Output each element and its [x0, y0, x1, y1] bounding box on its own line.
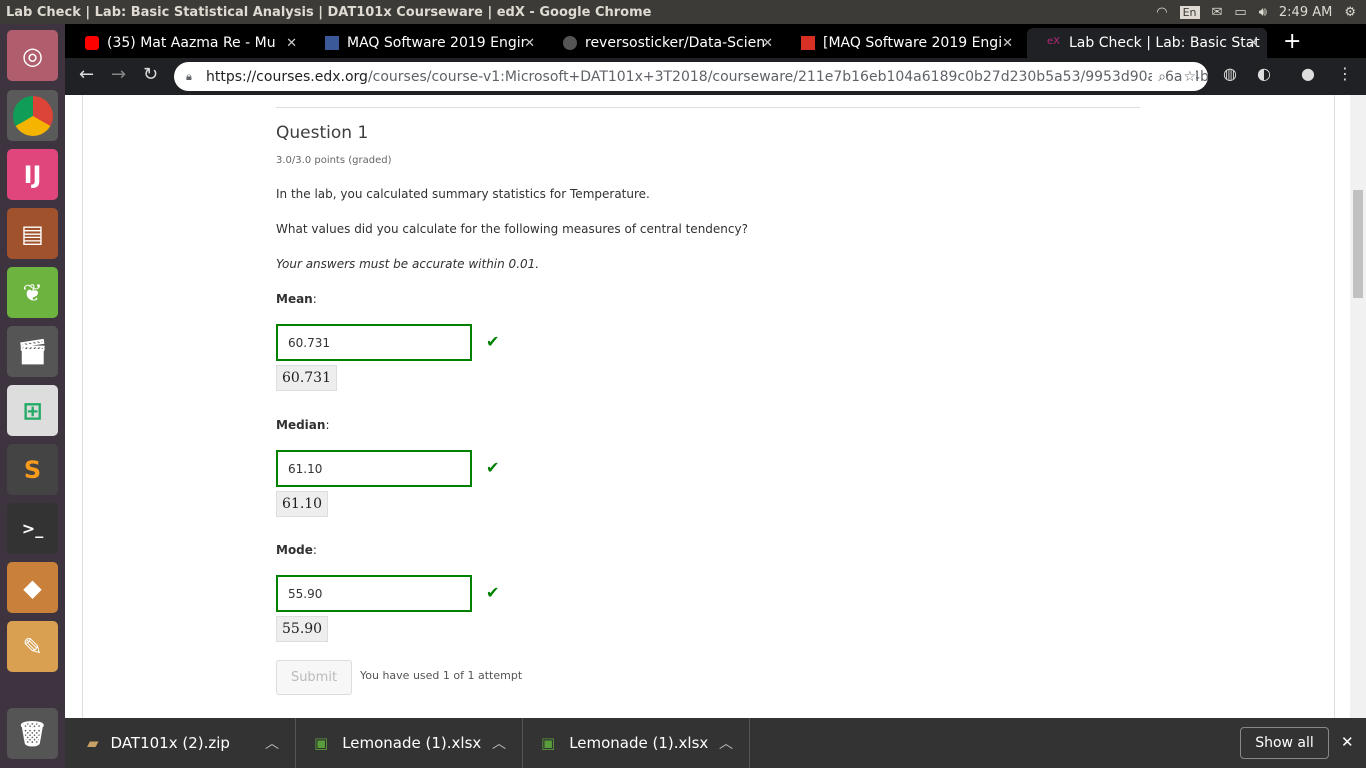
bookmark-star-icon[interactable]: ☆	[1183, 68, 1196, 85]
files-icon[interactable]: ▤	[7, 208, 58, 259]
tab-gmail[interactable]: [MAQ Software 2019 Engi ✕	[781, 28, 1021, 58]
facebook-icon	[325, 36, 339, 50]
software-center-icon[interactable]: ⊞	[7, 385, 58, 436]
chrome-icon[interactable]	[7, 90, 58, 141]
os-top-bar: Lab Check | Lab: Basic Statistical Analy…	[0, 0, 1366, 24]
correct-check-icon: ✔	[486, 332, 500, 351]
forward-icon[interactable]: →	[111, 64, 126, 85]
extension-globe-icon[interactable]: ◍	[1223, 64, 1237, 83]
close-tab-icon[interactable]: ✕	[1248, 36, 1259, 51]
intellij-icon[interactable]: IJ	[7, 149, 58, 200]
extension-icon[interactable]: ◐	[1257, 64, 1271, 83]
youtube-icon	[85, 36, 99, 50]
excel-file-icon: ▣	[541, 734, 556, 752]
reload-icon[interactable]: ↻	[143, 64, 158, 85]
download-name: Lemonade (1).xlsx	[342, 734, 482, 752]
tab-github[interactable]: reversosticker/Data-Scien ✕	[543, 28, 781, 58]
median-label: Median:	[276, 418, 330, 432]
chevron-up-icon[interactable]: ︿	[265, 733, 279, 753]
close-tab-icon[interactable]: ✕	[524, 36, 535, 51]
menu-icon[interactable]: ⋮	[1337, 64, 1353, 83]
chevron-up-icon[interactable]: ︿	[492, 733, 506, 753]
download-name: Lemonade (1).xlsx	[569, 734, 709, 752]
clock[interactable]: 2:49 AM	[1279, 5, 1332, 20]
show-all-button[interactable]: Show all	[1240, 727, 1329, 759]
system-tray: ◠ En ✉ ▭ 🔊︎ 2:49 AM ⚙	[1156, 0, 1356, 24]
close-tab-icon[interactable]: ✕	[286, 36, 297, 51]
package-icon[interactable]: ◆	[7, 562, 58, 613]
wifi-icon[interactable]: ◠	[1156, 5, 1167, 20]
mean-preview: 60.731	[276, 365, 337, 391]
browser-toolbar: ← → ↻ 🔒︎ https://courses.edx.org/courses…	[65, 58, 1366, 95]
median-input[interactable]: 61.10	[276, 450, 472, 487]
correct-check-icon: ✔	[486, 583, 500, 602]
tab-strip: (35) Mat Aazma Re - Mu ✕ MAQ Software 201…	[65, 24, 1366, 58]
spring-icon[interactable]: ❦	[7, 267, 58, 318]
scrollbar-thumb[interactable]	[1353, 190, 1363, 298]
divider	[276, 107, 1140, 108]
lock-icon: 🔒︎	[186, 69, 192, 83]
close-download-bar-icon[interactable]: ✕	[1341, 733, 1354, 751]
address-bar[interactable]: 🔒︎ https://courses.edx.org/courses/cours…	[174, 62, 1208, 91]
back-icon[interactable]: ←	[79, 64, 94, 85]
download-name: DAT101x (2).zip	[110, 734, 230, 752]
scrollbar[interactable]	[1350, 95, 1366, 718]
battery-icon[interactable]: ▭	[1234, 5, 1246, 20]
submit-button[interactable]: Submit	[276, 660, 352, 695]
zip-file-icon: ▰	[87, 734, 99, 752]
profile-avatar-icon[interactable]: ●	[1301, 64, 1315, 83]
points: 3.0/3.0 points (graded)	[276, 155, 392, 166]
tab-label: MAQ Software 2019 Engir	[347, 35, 527, 51]
launcher: ◎ IJ ▤ ❦ 🎬︎ ⊞ S >_ ◆ ✎ 🗑︎	[0, 24, 65, 768]
question-title: Question 1	[276, 123, 369, 143]
volume-icon[interactable]: 🔊︎	[1259, 5, 1267, 20]
github-icon	[563, 36, 577, 50]
question-text: In the lab, you calculated summary stati…	[276, 187, 650, 201]
keyboard-layout-indicator[interactable]: En	[1179, 5, 1200, 19]
gear-icon[interactable]: ⚙	[1344, 5, 1356, 20]
mail-icon[interactable]: ✉	[1212, 5, 1223, 20]
close-tab-icon[interactable]: ✕	[762, 36, 773, 51]
mean-label: Mean:	[276, 292, 317, 306]
ubuntu-dash-icon[interactable]: ◎	[7, 30, 58, 81]
window-title: Lab Check | Lab: Basic Statistical Analy…	[6, 4, 652, 20]
download-item[interactable]: ▰ DAT101x (2).zip ︿	[65, 718, 296, 768]
accuracy-note: Your answers must be accurate within 0.0…	[276, 257, 540, 271]
mode-input[interactable]: 55.90	[276, 575, 472, 612]
tab-youtube[interactable]: (35) Mat Aazma Re - Mu ✕	[65, 28, 305, 58]
video-editor-icon[interactable]: 🎬︎	[7, 326, 58, 377]
url-path: /courses/course-v1:Microsoft+DAT101x+3T2…	[367, 68, 1208, 85]
tab-facebook[interactable]: MAQ Software 2019 Engir ✕	[305, 28, 543, 58]
download-item[interactable]: ▣ Lemonade (1).xlsx ︿	[296, 718, 523, 768]
download-bar: ▰ DAT101x (2).zip ︿ ▣ Lemonade (1).xlsx ︿ ▣ L…	[65, 718, 1366, 768]
gmail-icon	[801, 36, 815, 50]
mode-label: Mode:	[276, 543, 317, 557]
mode-preview: 55.90	[276, 616, 329, 642]
new-tab-button[interactable]: +	[1283, 29, 1301, 54]
tab-label: Lab Check | Lab: Basic Stat	[1069, 35, 1260, 51]
url-host: https://courses.edx.org	[206, 68, 368, 85]
download-item[interactable]: ▣ Lemonade (1).xlsx ︿	[523, 718, 750, 768]
trash-icon[interactable]: 🗑︎	[7, 708, 58, 759]
tab-label: (35) Mat Aazma Re - Mu	[107, 35, 276, 51]
mean-input[interactable]: 60.731	[276, 324, 472, 361]
text-editor-icon[interactable]: ✎	[7, 621, 58, 672]
tab-label: reversosticker/Data-Scien	[585, 35, 766, 51]
attempts-text: You have used 1 of 1 attempt	[360, 669, 523, 682]
terminal-icon[interactable]: >_	[7, 503, 58, 554]
zoom-icon[interactable]: ⌕	[1152, 68, 1166, 85]
median-preview: 61.10	[276, 491, 329, 517]
close-tab-icon[interactable]: ✕	[1002, 36, 1013, 51]
question-prompt: What values did you calculate for the fo…	[276, 222, 748, 236]
sublime-text-icon[interactable]: S	[7, 444, 58, 495]
page-content: Question 1 3.0/3.0 points (graded) In th…	[65, 95, 1350, 718]
chevron-up-icon[interactable]: ︿	[719, 733, 733, 753]
tab-label: [MAQ Software 2019 Engi	[823, 35, 1003, 51]
edx-icon: eX	[1047, 36, 1061, 47]
excel-file-icon: ▣	[314, 734, 329, 752]
correct-check-icon: ✔	[486, 458, 500, 477]
problem-card	[82, 95, 1335, 718]
tab-edx-active[interactable]: eX Lab Check | Lab: Basic Stat ✕	[1027, 28, 1267, 58]
